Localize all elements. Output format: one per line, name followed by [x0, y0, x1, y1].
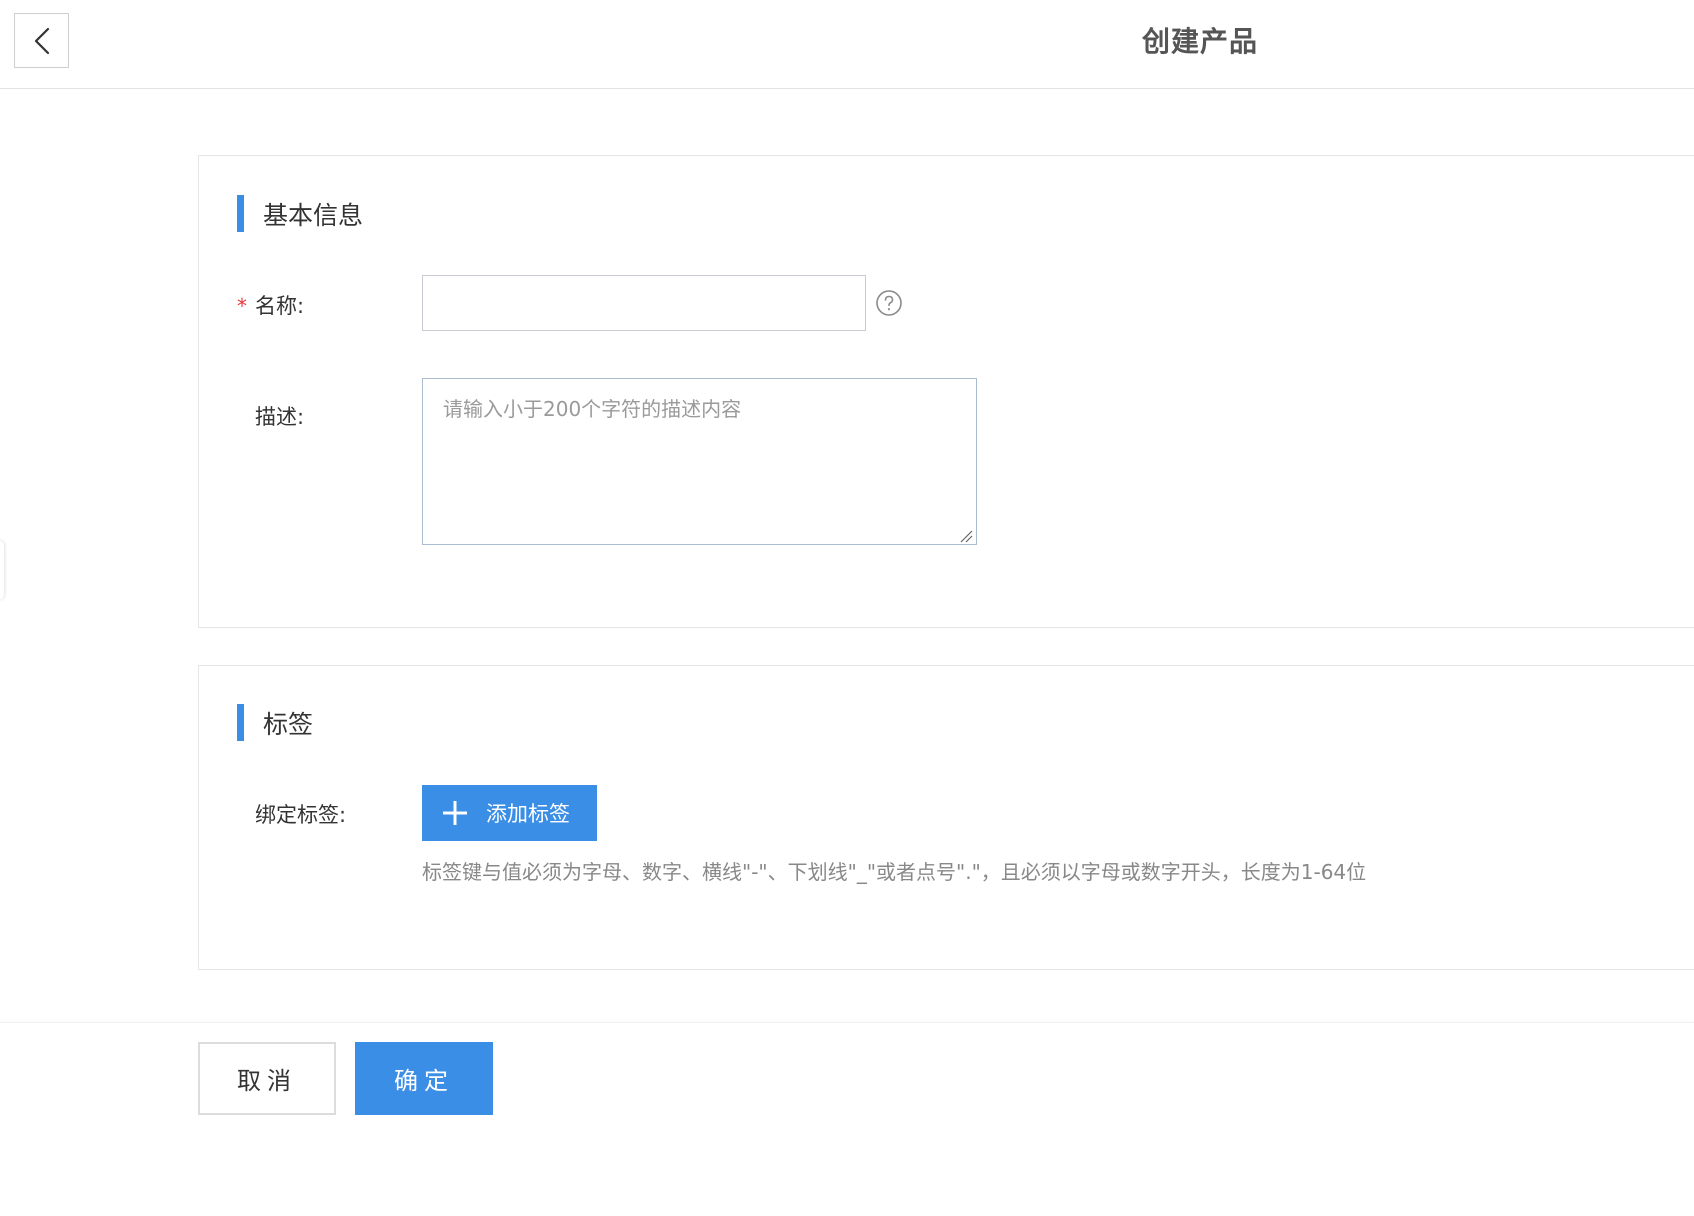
name-input[interactable] — [422, 275, 866, 331]
create-product-page: 创建产品 基本信息 * 名称: 描述: 标签 绑定标签: — [0, 0, 1694, 1216]
tags-card: 标签 绑定标签: 添加标签 标签键与值必须为字母、数字、横线"-"、下划线"_"… — [198, 665, 1694, 970]
chevron-left-icon — [34, 27, 49, 54]
description-textarea[interactable] — [422, 378, 977, 545]
basic-info-section-title: 基本信息 — [237, 195, 363, 232]
required-mark: * — [237, 294, 247, 318]
page-title: 创建产品 — [1141, 25, 1258, 58]
name-label: * 名称: — [237, 290, 304, 320]
plus-icon — [443, 801, 467, 825]
resize-grip-icon[interactable] — [959, 529, 973, 543]
section-accent-bar — [237, 704, 244, 741]
side-drawer-handle[interactable] — [0, 540, 4, 600]
section-accent-bar — [237, 195, 244, 232]
form-footer: 取消 确定 — [0, 1022, 1694, 1216]
question-circle-icon[interactable] — [875, 289, 903, 317]
tags-section-title: 标签 — [237, 704, 313, 741]
back-button[interactable] — [14, 13, 69, 68]
basic-info-card: 基本信息 * 名称: 描述: — [198, 155, 1694, 628]
basic-info-title-text: 基本信息 — [263, 200, 364, 230]
name-label-text: 名称: — [255, 294, 305, 318]
tags-title-text: 标签 — [263, 709, 314, 739]
confirm-button[interactable]: 确定 — [355, 1042, 493, 1115]
tag-rule-hint: 标签键与值必须为字母、数字、横线"-"、下划线"_"或者点号"."，且必须以字母… — [422, 860, 1367, 884]
bind-tags-label: 绑定标签: — [255, 803, 347, 827]
page-header: 创建产品 — [0, 0, 1694, 89]
add-tag-label: 添加标签 — [486, 802, 570, 826]
desc-label: 描述: — [255, 405, 305, 429]
add-tag-button[interactable]: 添加标签 — [422, 785, 597, 841]
cancel-button[interactable]: 取消 — [198, 1042, 336, 1115]
